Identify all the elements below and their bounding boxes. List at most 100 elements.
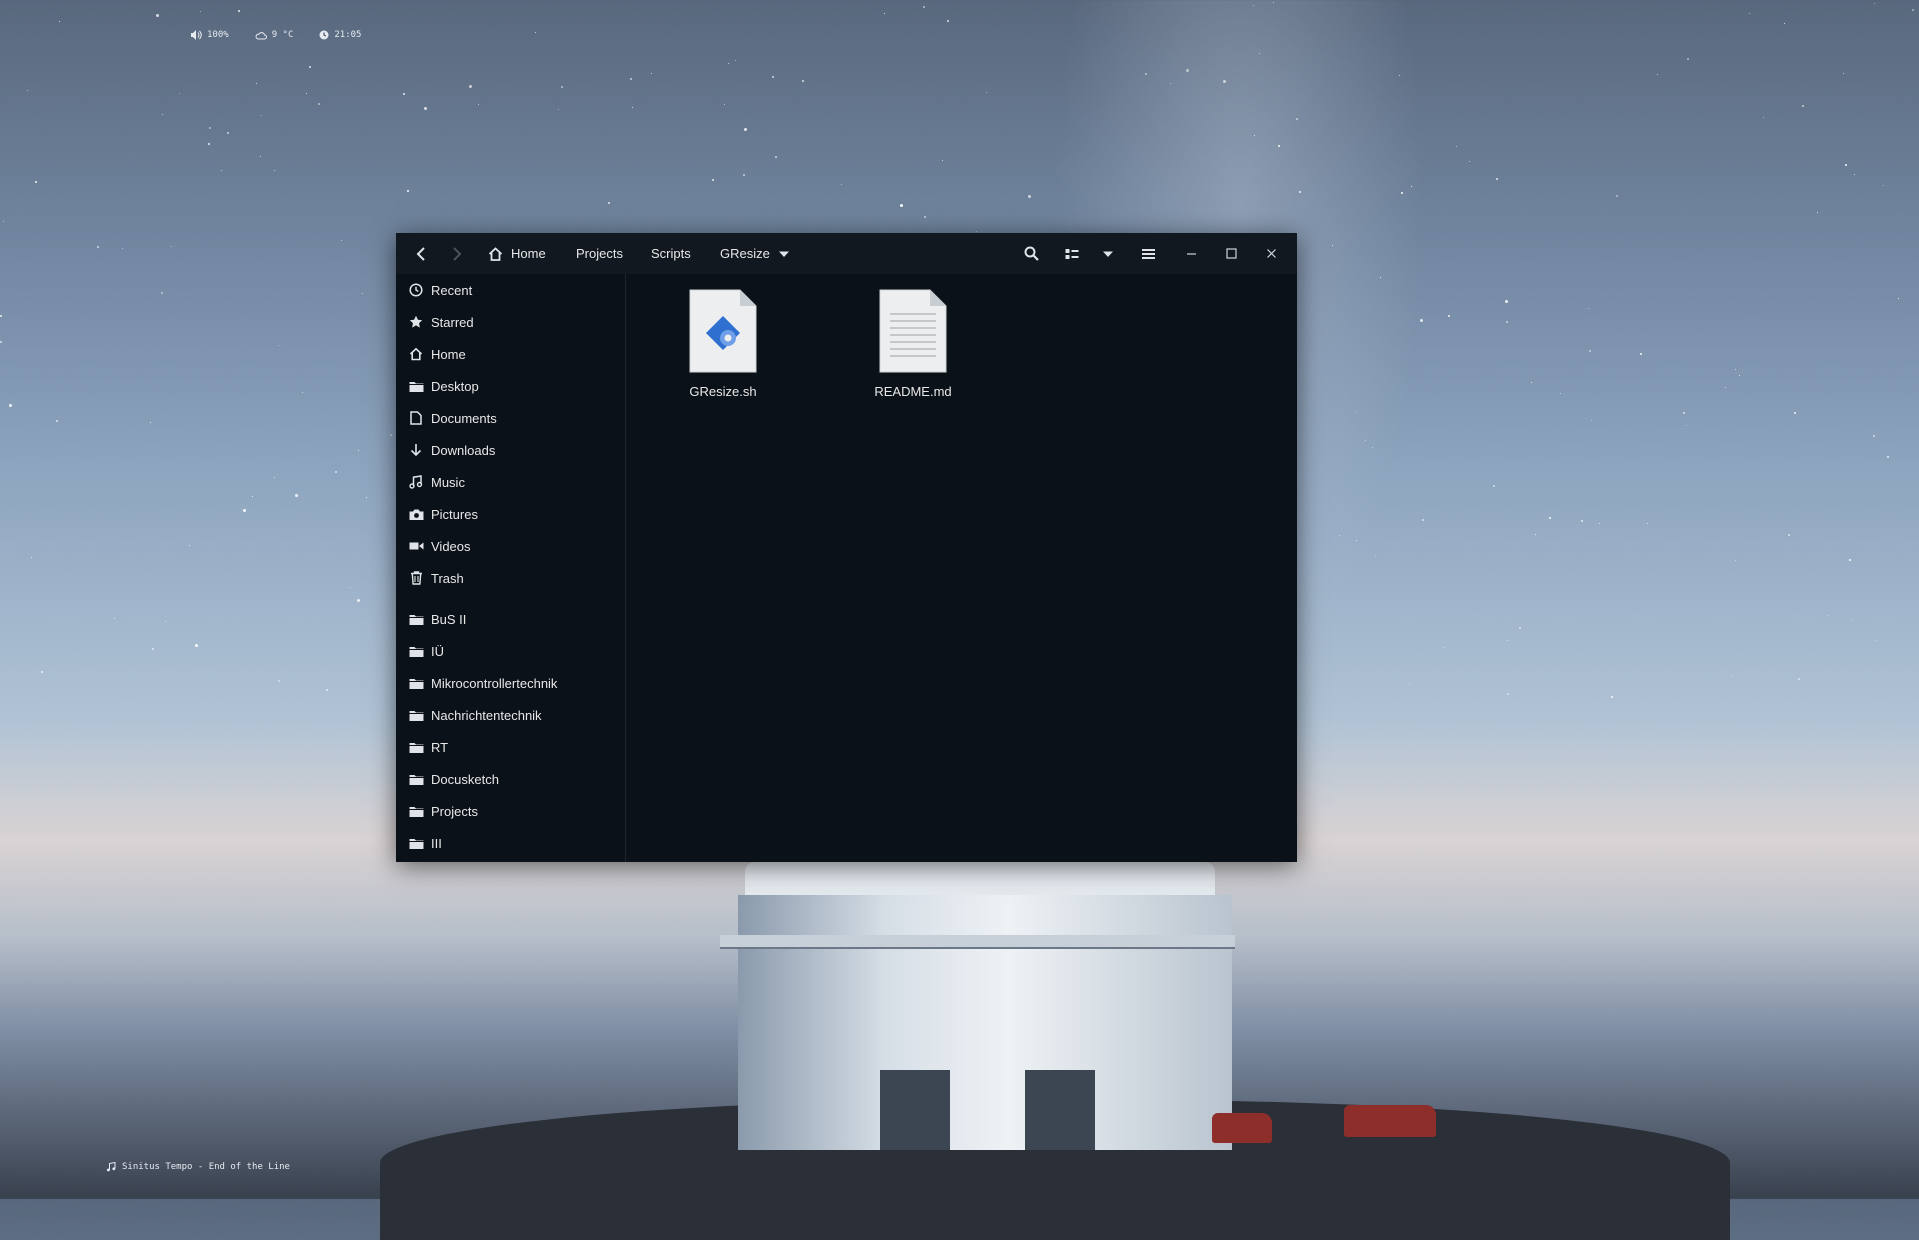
sidebar-item-label: Starred (431, 314, 474, 330)
list-view-icon (1065, 248, 1079, 259)
sidebar-item-trash[interactable]: Trash (396, 564, 625, 592)
weather-indicator[interactable]: 9 °C (255, 30, 293, 40)
maximize-button[interactable] (1216, 233, 1246, 274)
star (1640, 353, 1642, 355)
chevron-right-icon (453, 246, 462, 261)
star (1401, 192, 1403, 194)
star (1259, 53, 1260, 54)
breadcrumb-gresize[interactable]: GResize (720, 233, 790, 274)
sidebar-item-label: Mikrocontrollertechnik (431, 675, 558, 691)
sidebar-bookmark-docusketch[interactable]: Docusketch (396, 765, 625, 793)
star (1560, 393, 1561, 394)
folder-icon (408, 803, 424, 819)
star (114, 618, 115, 619)
close-button[interactable] (1256, 233, 1286, 274)
camera-icon (408, 506, 424, 522)
star (260, 156, 261, 157)
star (1898, 298, 1899, 299)
star (278, 345, 279, 346)
clock-indicator[interactable]: 21:05 (319, 30, 361, 40)
back-button[interactable] (408, 233, 434, 274)
file-manager-window: Home Projects Scripts GResize Recent Sta… (396, 233, 1297, 862)
forward-button[interactable] (444, 233, 470, 274)
star (1448, 315, 1450, 317)
star (1296, 118, 1298, 120)
star (274, 477, 275, 478)
observatory-railing (720, 935, 1235, 949)
breadcrumb-projects[interactable]: Projects (576, 233, 623, 274)
minimize-icon (1186, 253, 1196, 255)
star (1851, 620, 1852, 621)
star (1375, 555, 1376, 556)
sidebar-item-label: BuS II (431, 611, 467, 627)
sidebar-item-label: IÜ (431, 643, 444, 659)
sidebar-item-label: Music (431, 474, 465, 490)
star (1145, 73, 1147, 75)
sidebar-bookmark-rt[interactable]: RT (396, 733, 625, 761)
music-icon (408, 474, 424, 490)
speaker-icon (191, 30, 202, 40)
star (189, 545, 190, 546)
sidebar-item-pictures[interactable]: Pictures (396, 500, 625, 528)
star (1887, 456, 1889, 458)
sidebar-item-music[interactable]: Music (396, 468, 625, 496)
star (1874, 3, 1875, 4)
now-playing[interactable]: Sinitus Tempo - End of the Line (106, 1162, 290, 1172)
file-item[interactable]: README.md (858, 288, 968, 399)
volume-indicator[interactable]: 100% (190, 30, 229, 40)
star (407, 190, 409, 192)
sidebar-item-documents[interactable]: Documents (396, 404, 625, 432)
folder-icon (408, 707, 424, 723)
sidebar-item-downloads[interactable]: Downloads (396, 436, 625, 464)
star (97, 246, 99, 248)
star (478, 104, 479, 105)
star (942, 160, 943, 161)
script-file-icon (689, 289, 757, 373)
star (171, 246, 172, 247)
file-item[interactable]: GResize.sh (668, 288, 778, 399)
star (0, 315, 2, 317)
minimize-button[interactable] (1176, 233, 1206, 274)
breadcrumb-scripts[interactable]: Scripts (651, 233, 691, 274)
sidebar-bookmark-iii[interactable]: III (396, 829, 625, 857)
sidebar-bookmark-iu[interactable]: IÜ (396, 637, 625, 665)
download-icon (408, 442, 424, 458)
view-toggle-button[interactable] (1057, 233, 1087, 274)
breadcrumb-label: Home (511, 246, 546, 261)
star (362, 293, 363, 294)
sidebar-item-recent[interactable]: Recent (396, 276, 625, 304)
star (1469, 161, 1470, 162)
sidebar-item-label: Pictures (431, 506, 478, 522)
view-options-button[interactable] (1093, 233, 1123, 274)
sidebar-bookmark-nachrichtentechnik[interactable]: Nachrichtentechnik (396, 701, 625, 729)
folder-icon (408, 739, 424, 755)
sidebar-bookmark-bus-ii[interactable]: BuS II (396, 605, 625, 633)
breadcrumb-home[interactable]: Home (488, 233, 546, 274)
star (1505, 300, 1508, 303)
star (1028, 195, 1031, 198)
sidebar-bookmark-projects[interactable]: Projects (396, 797, 625, 825)
star (1507, 640, 1508, 641)
sidebar-item-videos[interactable]: Videos (396, 532, 625, 560)
sidebar-bookmark-mikrocontrollertechnik[interactable]: Mikrocontrollertechnik (396, 669, 625, 697)
star (1496, 178, 1498, 180)
search-button[interactable] (1016, 233, 1046, 274)
main-menu-button[interactable] (1133, 233, 1163, 274)
star (238, 10, 240, 12)
sidebar-item-desktop[interactable]: Desktop (396, 372, 625, 400)
sidebar-item-label: Recent (431, 282, 473, 298)
sidebar-item-label: Documents (431, 410, 497, 426)
star (1687, 58, 1689, 60)
star (35, 181, 37, 183)
star (256, 83, 257, 84)
star (1355, 412, 1356, 413)
star (1254, 135, 1255, 136)
file-name: README.md (874, 384, 952, 399)
sidebar-item-starred[interactable]: Starred (396, 308, 625, 336)
star (1223, 80, 1226, 83)
star (278, 680, 280, 682)
clock-icon (319, 30, 329, 40)
sidebar-item-home[interactable]: Home (396, 340, 625, 368)
star (1456, 146, 1457, 147)
star (1849, 559, 1851, 561)
